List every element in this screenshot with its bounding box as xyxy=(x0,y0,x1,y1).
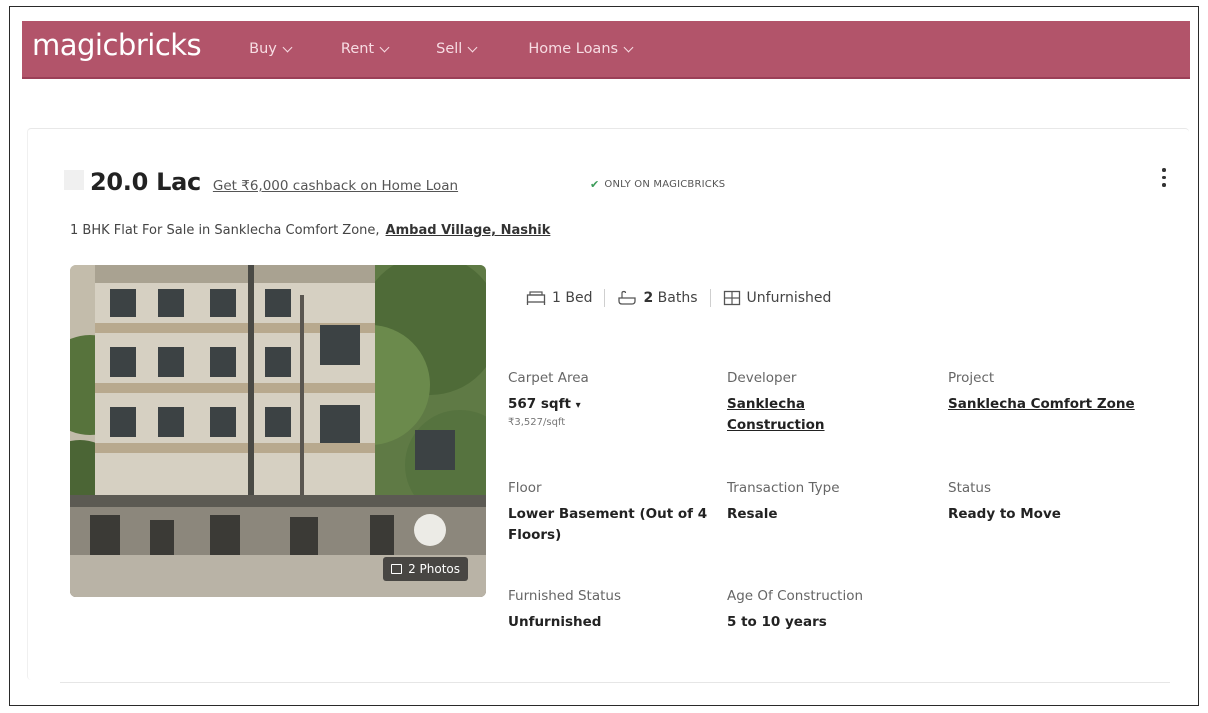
listing-price: 20.0 Lac xyxy=(90,168,201,196)
floor-value: Lower Basement (Out of 4 Floors) xyxy=(508,506,708,543)
status: Status Ready to Move xyxy=(948,480,1158,525)
furnished-status: Furnished Status Unfurnished xyxy=(508,588,718,633)
furnished-status-value: Unfurnished xyxy=(508,614,602,630)
carpet-area-text: 567 sqft xyxy=(508,396,571,412)
exclusive-badge: ✔ ONLY ON MAGICBRICKS xyxy=(590,178,725,191)
locality-link[interactable]: Ambad Village, Nashik xyxy=(386,223,551,238)
transaction-type-label: Transaction Type xyxy=(727,480,840,496)
top-navbar: magicbricks Buy Rent Sell Home Loans xyxy=(22,21,1190,79)
listing-title: 1 BHK Flat For Sale in Sanklecha Comfort… xyxy=(70,223,550,238)
nav-buy-label: Buy xyxy=(249,41,277,57)
furnishing-label: Unfurnished xyxy=(746,290,832,306)
developer-label: Developer xyxy=(727,370,797,386)
bath-count-label: Baths xyxy=(657,290,698,306)
status-label: Status xyxy=(948,480,992,496)
bed-count-label: 1 Bed xyxy=(552,290,593,306)
status-value: Ready to Move xyxy=(948,506,1061,522)
price-per-sqft: ₹3,527/sqft xyxy=(508,417,566,428)
chevron-down-icon xyxy=(379,42,390,52)
photo-count-badge[interactable]: 2 Photos xyxy=(383,557,468,581)
amenities-row: 1 Bed 2 Baths Unfurnished xyxy=(526,289,831,307)
floor-label: Floor xyxy=(508,480,542,496)
transaction-type-value: Resale xyxy=(727,506,778,522)
furnishing: Unfurnished xyxy=(723,290,832,306)
bath-count: 2 Baths xyxy=(617,290,698,306)
nav-buy[interactable]: Buy xyxy=(249,41,293,57)
listing-title-text: 1 BHK Flat For Sale in Sanklecha Comfort… xyxy=(70,223,380,238)
rupee-icon xyxy=(64,170,84,190)
card-divider xyxy=(60,682,1170,683)
transaction-type: Transaction Type Resale xyxy=(727,480,937,525)
building-photo-illustration xyxy=(70,265,486,597)
gallery-icon xyxy=(391,564,403,574)
nav-sell-label: Sell xyxy=(436,41,463,57)
carpet-area-label: Carpet Area xyxy=(508,370,589,386)
chevron-down-icon xyxy=(467,42,478,52)
floor: Floor Lower Basement (Out of 4 Floors) xyxy=(508,480,708,546)
nav-rent[interactable]: Rent xyxy=(340,41,390,57)
wardrobe-icon xyxy=(723,290,740,306)
project-link[interactable]: Sanklecha Comfort Zone xyxy=(948,394,1188,415)
amenity-separator xyxy=(604,289,606,307)
check-icon: ✔ xyxy=(590,178,600,191)
bed-icon xyxy=(526,291,546,305)
age-of-construction-value: 5 to 10 years xyxy=(727,614,827,630)
exclusive-badge-label: ONLY ON MAGICBRICKS xyxy=(604,179,726,190)
chevron-down-icon xyxy=(282,42,293,52)
photo-count-label: 2 Photos xyxy=(408,562,460,576)
bathtub-icon xyxy=(618,290,637,305)
nav-home-loans[interactable]: Home Loans xyxy=(528,41,634,57)
developer: Developer Sanklecha Construction xyxy=(727,370,937,436)
cashback-link[interactable]: Get ₹6,000 cashback on Home Loan xyxy=(213,178,458,194)
furnished-status-label: Furnished Status xyxy=(508,588,621,604)
developer-link[interactable]: Sanklecha Construction xyxy=(727,394,857,436)
carpet-area-value[interactable]: 567 sqft ▾ xyxy=(508,394,718,416)
nav-rent-label: Rent xyxy=(340,41,375,57)
unit-dropdown-icon[interactable]: ▾ xyxy=(576,400,581,411)
bed-count: 1 Bed xyxy=(526,290,592,306)
chevron-down-icon xyxy=(623,42,634,52)
age-of-construction-label: Age Of Construction xyxy=(727,588,864,604)
age-of-construction: Age Of Construction 5 to 10 years xyxy=(727,588,937,633)
magicbricks-logo[interactable]: magicbricks xyxy=(32,28,202,62)
amenity-separator xyxy=(709,289,711,307)
carpet-area: Carpet Area 567 sqft ▾ ₹3,527/sqft xyxy=(508,370,718,428)
more-options-icon[interactable] xyxy=(1158,168,1170,191)
nav-home-loans-label: Home Loans xyxy=(528,41,619,57)
bath-count-number: 2 xyxy=(643,290,654,306)
property-photo[interactable]: 2 Photos xyxy=(70,265,486,597)
nav-sell[interactable]: Sell xyxy=(436,41,478,57)
price-row: 20.0 Lac Get ₹6,000 cashback on Home Loa… xyxy=(64,168,458,196)
project: Project Sanklecha Comfort Zone xyxy=(948,370,1188,415)
project-label: Project xyxy=(948,370,995,386)
